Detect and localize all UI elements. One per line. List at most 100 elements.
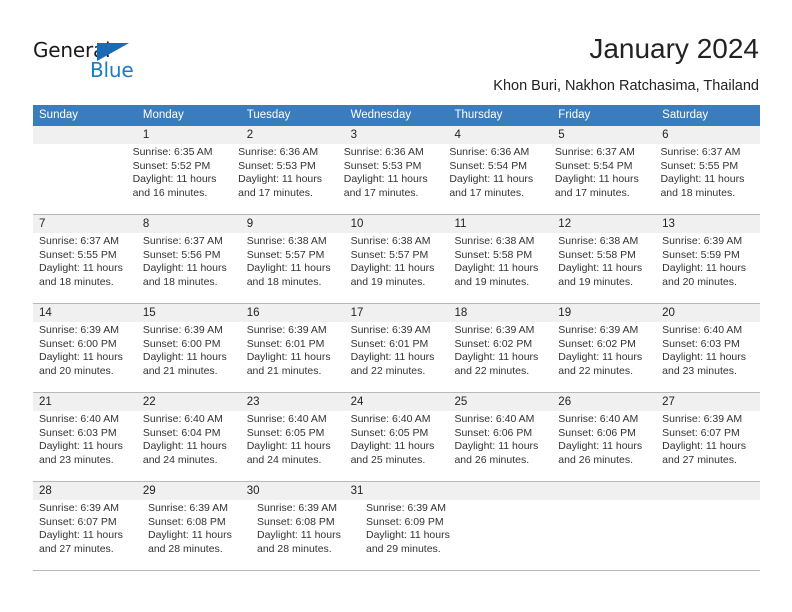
day-cell[interactable]: Sunrise: 6:38 AM Sunset: 5:57 PM Daylight:…	[241, 233, 345, 303]
day-cell[interactable]: Sunrise: 6:39 AM Sunset: 6:00 PM Daylight:…	[33, 322, 137, 392]
day-cell[interactable]: Sunrise: 6:40 AM Sunset: 6:05 PM Daylight:…	[345, 411, 449, 481]
day-cell[interactable]: Sunrise: 6:40 AM Sunset: 6:05 PM Daylight:…	[241, 411, 345, 481]
day-cell[interactable]: Sunrise: 6:39 AM Sunset: 6:00 PM Daylight:…	[137, 322, 241, 392]
day-number[interactable]: 29	[137, 482, 241, 500]
day-number[interactable]: 14	[33, 304, 137, 322]
day-cell[interactable]: Sunrise: 6:37 AM Sunset: 5:55 PM Daylight:…	[33, 233, 137, 303]
day-number[interactable]: 15	[137, 304, 241, 322]
day-number[interactable]: 10	[345, 215, 449, 233]
day-sunrise-text: Sunrise: 6:39 AM	[662, 413, 743, 425]
weekday-header-saturday: Saturday	[662, 109, 709, 121]
day-cell[interactable]: Sunrise: 6:36 AM Sunset: 5:53 PM Daylight:…	[338, 144, 444, 214]
day-sunrise-text: Sunrise: 6:39 AM	[454, 324, 535, 336]
day-daylight-line1-text: Daylight: 11 hours	[454, 440, 539, 453]
day-cell[interactable]: Sunrise: 6:40 AM Sunset: 6:06 PM Daylight:…	[552, 411, 656, 481]
day-number[interactable]: 2	[241, 126, 345, 144]
day-cell[interactable]: Sunrise: 6:37 AM Sunset: 5:56 PM Daylight:…	[137, 233, 241, 303]
day-sunrise-text: Sunrise: 6:40 AM	[662, 324, 743, 336]
day-cell[interactable]: Sunrise: 6:39 AM Sunset: 5:59 PM Daylight:…	[656, 233, 760, 303]
day-cell[interactable]: Sunrise: 6:39 AM Sunset: 6:02 PM Daylight:…	[448, 322, 552, 392]
day-daylight-line2-text: and 25 minutes.	[350, 453, 426, 466]
day-sunrise-text: Sunrise: 6:39 AM	[662, 235, 743, 247]
day-number[interactable]: 22	[137, 393, 241, 411]
day-daylight-line1-text: Daylight: 11 hours	[257, 529, 341, 542]
day-cell[interactable]: Sunrise: 6:40 AM Sunset: 6:03 PM Daylight:…	[33, 411, 137, 481]
day-cell[interactable]: Sunrise: 6:39 AM Sunset: 6:07 PM Daylight:…	[33, 500, 142, 570]
day-number[interactable]: 18	[448, 304, 552, 322]
day-number[interactable]: 17	[345, 304, 449, 322]
day-daylight-line1-text: Daylight: 11 hours	[554, 173, 639, 186]
day-number[interactable]: 25	[448, 393, 552, 411]
day-number[interactable]: 19	[552, 304, 656, 322]
weekday-header-monday: Monday	[142, 109, 184, 121]
day-cell[interactable]: Sunrise: 6:40 AM Sunset: 6:03 PM Daylight:…	[656, 322, 760, 392]
day-number[interactable]: 13	[656, 215, 760, 233]
day-number-empty	[448, 482, 552, 500]
day-sunset-text: Sunset: 6:04 PM	[142, 426, 221, 439]
day-cell[interactable]: Sunrise: 6:37 AM Sunset: 5:54 PM Daylight:…	[549, 144, 655, 214]
brand-logo[interactable]: General Blue	[33, 38, 233, 82]
day-cell[interactable]: Sunrise: 6:39 AM Sunset: 6:07 PM Daylight:…	[656, 411, 760, 481]
day-number[interactable]: 7	[33, 215, 137, 233]
day-number[interactable]: 20	[656, 304, 760, 322]
weekday-header-tuesday: Tuesday	[246, 109, 291, 121]
day-cell[interactable]: Sunrise: 6:36 AM Sunset: 5:53 PM Daylight:…	[232, 144, 338, 214]
day-number[interactable]: 30	[241, 482, 345, 500]
day-number[interactable]: 12	[552, 215, 656, 233]
day-number[interactable]: 16	[241, 304, 345, 322]
day-number[interactable]: 26	[552, 393, 656, 411]
day-cell[interactable]: Sunrise: 6:36 AM Sunset: 5:54 PM Daylight:…	[443, 144, 549, 214]
day-cell[interactable]: Sunrise: 6:39 AM Sunset: 6:02 PM Daylight:…	[552, 322, 656, 392]
day-number[interactable]: 28	[33, 482, 137, 500]
day-daylight-line2-text: and 17 minutes.	[449, 186, 525, 199]
day-number[interactable]: 24	[345, 393, 449, 411]
day-number[interactable]: 6	[656, 126, 760, 144]
day-sunrise-text: Sunrise: 6:36 AM	[449, 146, 530, 158]
day-daylight-line2-text: and 22 minutes.	[454, 364, 530, 377]
day-sunset-text: Sunset: 6:01 PM	[350, 337, 429, 350]
week-dayinfo-row: Sunrise: 6:40 AM Sunset: 6:03 PM Daylight:…	[33, 411, 760, 481]
day-daylight-line1-text: Daylight: 11 hours	[39, 262, 123, 275]
day-number[interactable]: 23	[241, 393, 345, 411]
day-cell[interactable]: Sunrise: 6:39 AM Sunset: 6:08 PM Daylight:…	[251, 500, 360, 570]
day-cell[interactable]: Sunrise: 6:39 AM Sunset: 6:01 PM Daylight:…	[241, 322, 345, 392]
day-cell[interactable]: Sunrise: 6:38 AM Sunset: 5:58 PM Daylight:…	[448, 233, 552, 303]
day-cell[interactable]: Sunrise: 6:38 AM Sunset: 5:57 PM Daylight:…	[345, 233, 449, 303]
day-cell[interactable]: Sunrise: 6:38 AM Sunset: 5:58 PM Daylight:…	[552, 233, 656, 303]
day-number[interactable]: 5	[552, 126, 656, 144]
day-number[interactable]: 31	[345, 482, 449, 500]
day-cell[interactable]: Sunrise: 6:40 AM Sunset: 6:04 PM Daylight:…	[137, 411, 241, 481]
day-cell-empty	[663, 500, 760, 570]
day-number[interactable]: 9	[241, 215, 345, 233]
day-cell[interactable]: Sunrise: 6:39 AM Sunset: 6:09 PM Daylight:…	[360, 500, 469, 570]
week-daynumber-row: 21 22 23 24 25 26 27	[33, 393, 760, 411]
day-number[interactable]: 3	[345, 126, 449, 144]
day-cell-empty	[566, 500, 663, 570]
day-daylight-line2-text: and 27 minutes.	[662, 453, 737, 466]
day-daylight-line1-text: Daylight: 11 hours	[454, 351, 539, 364]
day-sunset-text: Sunset: 6:05 PM	[246, 426, 325, 439]
day-cell[interactable]: Sunrise: 6:35 AM Sunset: 5:52 PM Daylight:…	[127, 144, 233, 214]
day-number[interactable]: 4	[448, 126, 552, 144]
day-cell[interactable]: Sunrise: 6:37 AM Sunset: 5:55 PM Daylight:…	[654, 144, 760, 214]
day-sunrise-text: Sunrise: 6:36 AM	[343, 146, 424, 158]
day-sunset-text: Sunset: 6:06 PM	[454, 426, 533, 439]
day-cell[interactable]: Sunrise: 6:39 AM Sunset: 6:08 PM Daylight:…	[142, 500, 251, 570]
calendar-week-row: 1 2 3 4 5 6 Sunrise: 6:35 AM Sunset: 5:52 PM Day…	[33, 126, 760, 215]
day-number-empty	[656, 482, 760, 500]
day-cell[interactable]: Sunrise: 6:39 AM Sunset: 6:01 PM Daylight:…	[345, 322, 449, 392]
day-number[interactable]: 1	[137, 126, 241, 144]
day-cell[interactable]: Sunrise: 6:40 AM Sunset: 6:06 PM Daylight:…	[448, 411, 552, 481]
day-daylight-line1-text: Daylight: 11 hours	[454, 262, 539, 275]
day-sunset-text: Sunset: 5:56 PM	[142, 248, 221, 261]
weekday-header-row: Sunday Monday Tuesday Wednesday Thursday Frid…	[33, 105, 760, 126]
day-number[interactable]: 27	[656, 393, 760, 411]
day-number[interactable]: 8	[137, 215, 241, 233]
week-dayinfo-row: Sunrise: 6:39 AM Sunset: 6:00 PM Daylight:…	[33, 322, 760, 392]
day-sunset-text: Sunset: 6:01 PM	[246, 337, 325, 350]
day-daylight-line1-text: Daylight: 11 hours	[343, 173, 428, 186]
day-number[interactable]: 21	[33, 393, 137, 411]
day-number[interactable]: 11	[448, 215, 552, 233]
day-sunset-text: Sunset: 5:59 PM	[662, 248, 740, 261]
day-daylight-line2-text: and 20 minutes.	[662, 275, 737, 288]
